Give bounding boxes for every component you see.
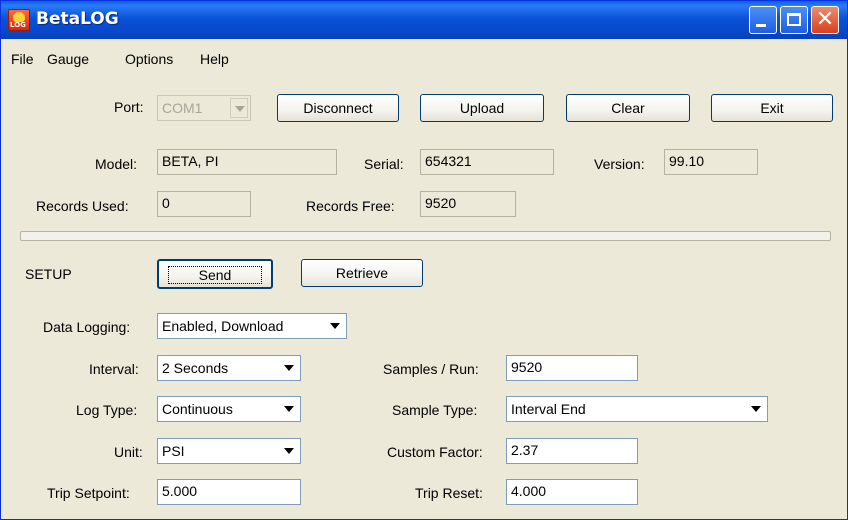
trip-setpoint-label: Trip Setpoint: [47, 485, 130, 501]
records-free-label: Records Free: [306, 198, 395, 214]
port-value: COM1 [162, 100, 203, 116]
records-free-field: 9520 [420, 191, 516, 217]
port-label: Port: [114, 99, 144, 115]
chevron-down-icon[interactable] [280, 358, 298, 378]
unit-select[interactable]: PSI [157, 438, 301, 464]
samples-run-label: Samples / Run: [383, 361, 479, 377]
model-label: Model: [95, 156, 138, 172]
data-logging-label: Data Logging: [43, 319, 131, 335]
maximize-icon [787, 13, 801, 26]
interval-value: 2 Seconds [162, 360, 229, 376]
disconnect-button[interactable]: Disconnect [277, 94, 399, 122]
window-title: BetaLOG [36, 9, 119, 29]
data-logging-select[interactable]: Enabled, Download [157, 313, 347, 339]
transfer-progress-bar [20, 231, 831, 241]
log-type-label: Log Type: [76, 402, 138, 418]
menu-options[interactable]: Options [125, 51, 173, 67]
chevron-down-icon[interactable] [230, 98, 248, 118]
interval-select[interactable]: 2 Seconds [157, 355, 301, 381]
retrieve-button[interactable]: Retrieve [301, 259, 423, 287]
chevron-down-icon[interactable] [326, 316, 344, 336]
trip-reset-label: Trip Reset: [415, 485, 483, 501]
trip-setpoint-field[interactable]: 5.000 [157, 479, 301, 505]
sample-type-select[interactable]: Interval End [506, 396, 768, 422]
upload-button[interactable]: Upload [420, 94, 544, 122]
data-logging-value: Enabled, Download [162, 318, 284, 334]
chevron-down-icon[interactable] [280, 441, 298, 461]
maximize-button[interactable] [780, 6, 808, 34]
port-select[interactable]: COM1 [157, 95, 251, 121]
unit-label: Unit: [114, 444, 143, 460]
exit-button[interactable]: Exit [711, 94, 833, 122]
serial-label: Serial: [364, 156, 404, 172]
version-label: Version: [594, 156, 645, 172]
send-button-label: Send [167, 266, 263, 284]
minimize-button[interactable] [749, 6, 777, 34]
betalog-app-icon[interactable]: LOG [8, 9, 30, 31]
clear-button[interactable]: Clear [566, 94, 690, 122]
app-icon-text: LOG [10, 21, 26, 29]
chevron-down-icon[interactable] [280, 399, 298, 419]
custom-factor-field[interactable]: 2.37 [506, 438, 638, 464]
trip-reset-field[interactable]: 4.000 [506, 479, 638, 505]
send-button[interactable]: Send [157, 259, 273, 289]
menu-gauge[interactable]: Gauge [47, 51, 89, 67]
records-used-label: Records Used: [36, 198, 129, 214]
records-used-field: 0 [157, 191, 251, 217]
title-bar[interactable]: LOG BetaLOG ✕ [1, 1, 847, 39]
minimize-icon [756, 24, 766, 27]
custom-factor-label: Custom Factor: [387, 444, 483, 460]
menu-help[interactable]: Help [200, 51, 229, 67]
log-type-value: Continuous [162, 401, 233, 417]
menu-bar: File Gauge Options Help [1, 39, 847, 79]
model-field: BETA, PI [157, 149, 337, 175]
version-field: 99.10 [664, 149, 758, 175]
menu-file[interactable]: File [11, 51, 34, 67]
chevron-down-icon[interactable] [747, 399, 765, 419]
setup-heading: SETUP [25, 266, 72, 282]
sample-type-value: Interval End [511, 401, 586, 417]
log-type-select[interactable]: Continuous [157, 396, 301, 422]
serial-field: 654321 [420, 149, 554, 175]
close-button[interactable]: ✕ [811, 6, 839, 34]
unit-value: PSI [162, 443, 185, 459]
app-window: LOG BetaLOG ✕ File Gauge Options Help Po… [0, 0, 848, 520]
interval-label: Interval: [89, 361, 139, 377]
close-icon: ✕ [815, 7, 835, 32]
samples-run-field[interactable]: 9520 [506, 355, 638, 381]
sample-type-label: Sample Type: [392, 402, 478, 418]
